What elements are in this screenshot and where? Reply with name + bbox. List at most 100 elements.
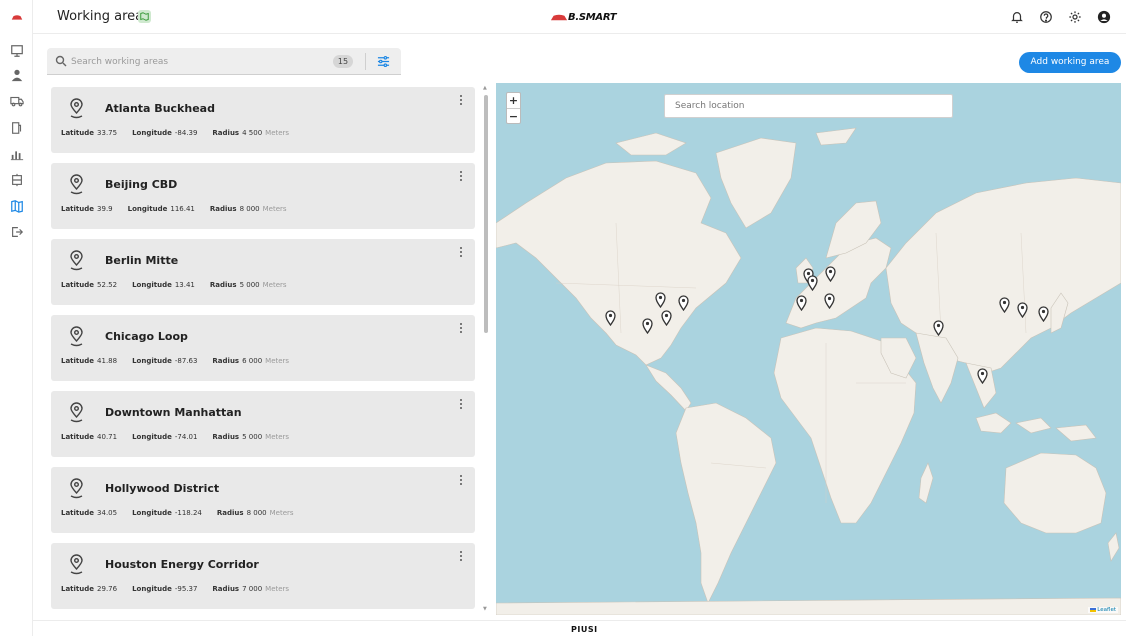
map-marker-icon[interactable] bbox=[605, 310, 616, 326]
latitude-label: Latitude bbox=[61, 509, 95, 517]
scroll-down-arrow-icon[interactable]: ▼ bbox=[483, 606, 487, 612]
area-name: Houston Energy Corridor bbox=[105, 558, 259, 571]
longitude-label: Longitude bbox=[132, 433, 172, 441]
map-attribution[interactable]: Leaflet bbox=[1087, 607, 1118, 613]
world-map bbox=[496, 127, 1121, 615]
map-marker-icon[interactable] bbox=[796, 295, 807, 311]
location-pin-icon bbox=[70, 250, 83, 271]
map-marker-icon[interactable] bbox=[933, 320, 944, 336]
area-card[interactable]: Houston Energy Corridor Latitude 29.76 Lon… bbox=[51, 543, 475, 609]
tank-icon[interactable] bbox=[8, 171, 25, 188]
location-pin-icon bbox=[70, 98, 83, 119]
search-input[interactable] bbox=[71, 52, 311, 71]
map-marker-icon[interactable] bbox=[642, 318, 653, 334]
radius-value: 4 500 bbox=[242, 129, 263, 137]
add-working-area-button[interactable]: Add working area bbox=[1019, 52, 1121, 73]
logout-icon[interactable] bbox=[8, 223, 25, 240]
area-meta: Latitude 34.05 Longitude -118.24 Radius 8 000… bbox=[61, 509, 294, 517]
map-marker-icon[interactable] bbox=[824, 293, 835, 309]
radius-label: Radius bbox=[212, 129, 240, 137]
map-marker-icon[interactable] bbox=[1017, 302, 1028, 318]
location-pin-icon bbox=[70, 174, 83, 195]
location-pin-icon bbox=[70, 554, 83, 575]
filter-sliders-icon bbox=[377, 55, 390, 68]
map-search-input[interactable] bbox=[664, 94, 953, 118]
longitude-value: -84.39 bbox=[174, 129, 198, 137]
map-marker-icon[interactable] bbox=[807, 275, 818, 291]
area-meta: Latitude 52.52 Longitude 13.41 Radius 5 000 Me… bbox=[61, 281, 287, 289]
flag-icon bbox=[1089, 607, 1096, 612]
radius-unit: Meters bbox=[265, 357, 290, 365]
scroll-up-arrow-icon[interactable]: ▲ bbox=[483, 85, 487, 91]
map-badge-icon bbox=[138, 10, 151, 23]
radius-unit: Meters bbox=[265, 129, 290, 137]
longitude-label: Longitude bbox=[132, 129, 172, 137]
monitor-icon[interactable] bbox=[8, 42, 25, 59]
list-scrollbar[interactable]: ▲ ▼ bbox=[483, 85, 489, 612]
longitude-value: -118.24 bbox=[174, 509, 202, 517]
map-marker-icon[interactable] bbox=[678, 295, 689, 311]
user-icon[interactable] bbox=[8, 66, 25, 83]
settings-icon[interactable] bbox=[1067, 9, 1083, 25]
area-card[interactable]: Downtown Manhattan Latitude 40.71 Longitud… bbox=[51, 391, 475, 457]
radius-unit: Meters bbox=[262, 205, 287, 213]
longitude-label: Longitude bbox=[132, 585, 172, 593]
truck-icon[interactable] bbox=[8, 92, 25, 109]
more-menu-icon[interactable] bbox=[458, 323, 464, 337]
longitude-label: Longitude bbox=[127, 205, 168, 213]
radius-unit: Meters bbox=[269, 509, 294, 517]
latitude-label: Latitude bbox=[61, 129, 95, 137]
search-icon bbox=[55, 55, 67, 67]
zoom-out-button[interactable]: − bbox=[507, 108, 520, 123]
map-marker-icon[interactable] bbox=[977, 368, 988, 384]
more-menu-icon[interactable] bbox=[458, 247, 464, 261]
divider bbox=[365, 53, 366, 70]
area-card[interactable]: Hollywood District Latitude 34.05 Longitud… bbox=[51, 467, 475, 533]
more-menu-icon[interactable] bbox=[458, 475, 464, 489]
latitude-value: 52.52 bbox=[97, 281, 118, 289]
radius-value: 5 000 bbox=[239, 281, 260, 289]
area-card[interactable]: Atlanta Buckhead Latitude 33.75 Longitude -… bbox=[51, 87, 475, 153]
map-marker-icon[interactable] bbox=[1038, 306, 1049, 322]
longitude-value: -74.01 bbox=[174, 433, 198, 441]
brand-logo: B.SMART bbox=[550, 9, 617, 25]
map-marker-icon[interactable] bbox=[661, 310, 672, 326]
longitude-label: Longitude bbox=[132, 357, 172, 365]
bar-chart-icon[interactable] bbox=[8, 145, 25, 162]
map-marker-icon[interactable] bbox=[655, 292, 666, 308]
longitude-label: Longitude bbox=[132, 281, 172, 289]
area-meta: Latitude 39.9 Longitude 116.41 Radius 8 000 Me… bbox=[61, 205, 287, 213]
more-menu-icon[interactable] bbox=[458, 399, 464, 413]
latitude-label: Latitude bbox=[61, 357, 95, 365]
latitude-label: Latitude bbox=[61, 433, 95, 441]
area-name: Downtown Manhattan bbox=[105, 406, 242, 419]
more-menu-icon[interactable] bbox=[458, 95, 464, 109]
location-pin-icon bbox=[70, 478, 83, 499]
filter-button[interactable] bbox=[376, 54, 391, 69]
help-icon[interactable] bbox=[1038, 9, 1054, 25]
zoom-in-button[interactable]: + bbox=[507, 93, 520, 108]
more-menu-icon[interactable] bbox=[458, 171, 464, 185]
map-marker-icon[interactable] bbox=[825, 266, 836, 282]
page-title: Working areas bbox=[57, 9, 150, 24]
footer-brand: PIUSI bbox=[571, 625, 598, 634]
bell-icon[interactable] bbox=[1009, 9, 1025, 25]
map-view[interactable]: + − Leaflet bbox=[496, 83, 1121, 615]
latitude-label: Latitude bbox=[61, 585, 95, 593]
area-card[interactable]: Berlin Mitte Latitude 52.52 Longitude 13.41… bbox=[51, 239, 475, 305]
area-card[interactable]: Beijing CBD Latitude 39.9 Longitude 116.41 R… bbox=[51, 163, 475, 229]
brand-car-icon[interactable] bbox=[8, 8, 25, 25]
map-icon[interactable] bbox=[8, 197, 25, 214]
area-card[interactable]: Chicago Loop Latitude 41.88 Longitude -87.6… bbox=[51, 315, 475, 381]
scroll-thumb[interactable] bbox=[484, 95, 488, 333]
fuel-pump-icon[interactable] bbox=[8, 119, 25, 136]
radius-label: Radius bbox=[216, 509, 244, 517]
working-area-list: Atlanta Buckhead Latitude 33.75 Longitude -… bbox=[47, 82, 481, 612]
search-bar: 15 bbox=[47, 48, 401, 75]
more-menu-icon[interactable] bbox=[458, 551, 464, 565]
location-pin-icon bbox=[70, 326, 83, 347]
attribution-link[interactable]: Leaflet bbox=[1097, 607, 1116, 613]
radius-value: 8 000 bbox=[246, 509, 267, 517]
map-marker-icon[interactable] bbox=[999, 297, 1010, 313]
account-icon[interactable] bbox=[1096, 9, 1112, 25]
